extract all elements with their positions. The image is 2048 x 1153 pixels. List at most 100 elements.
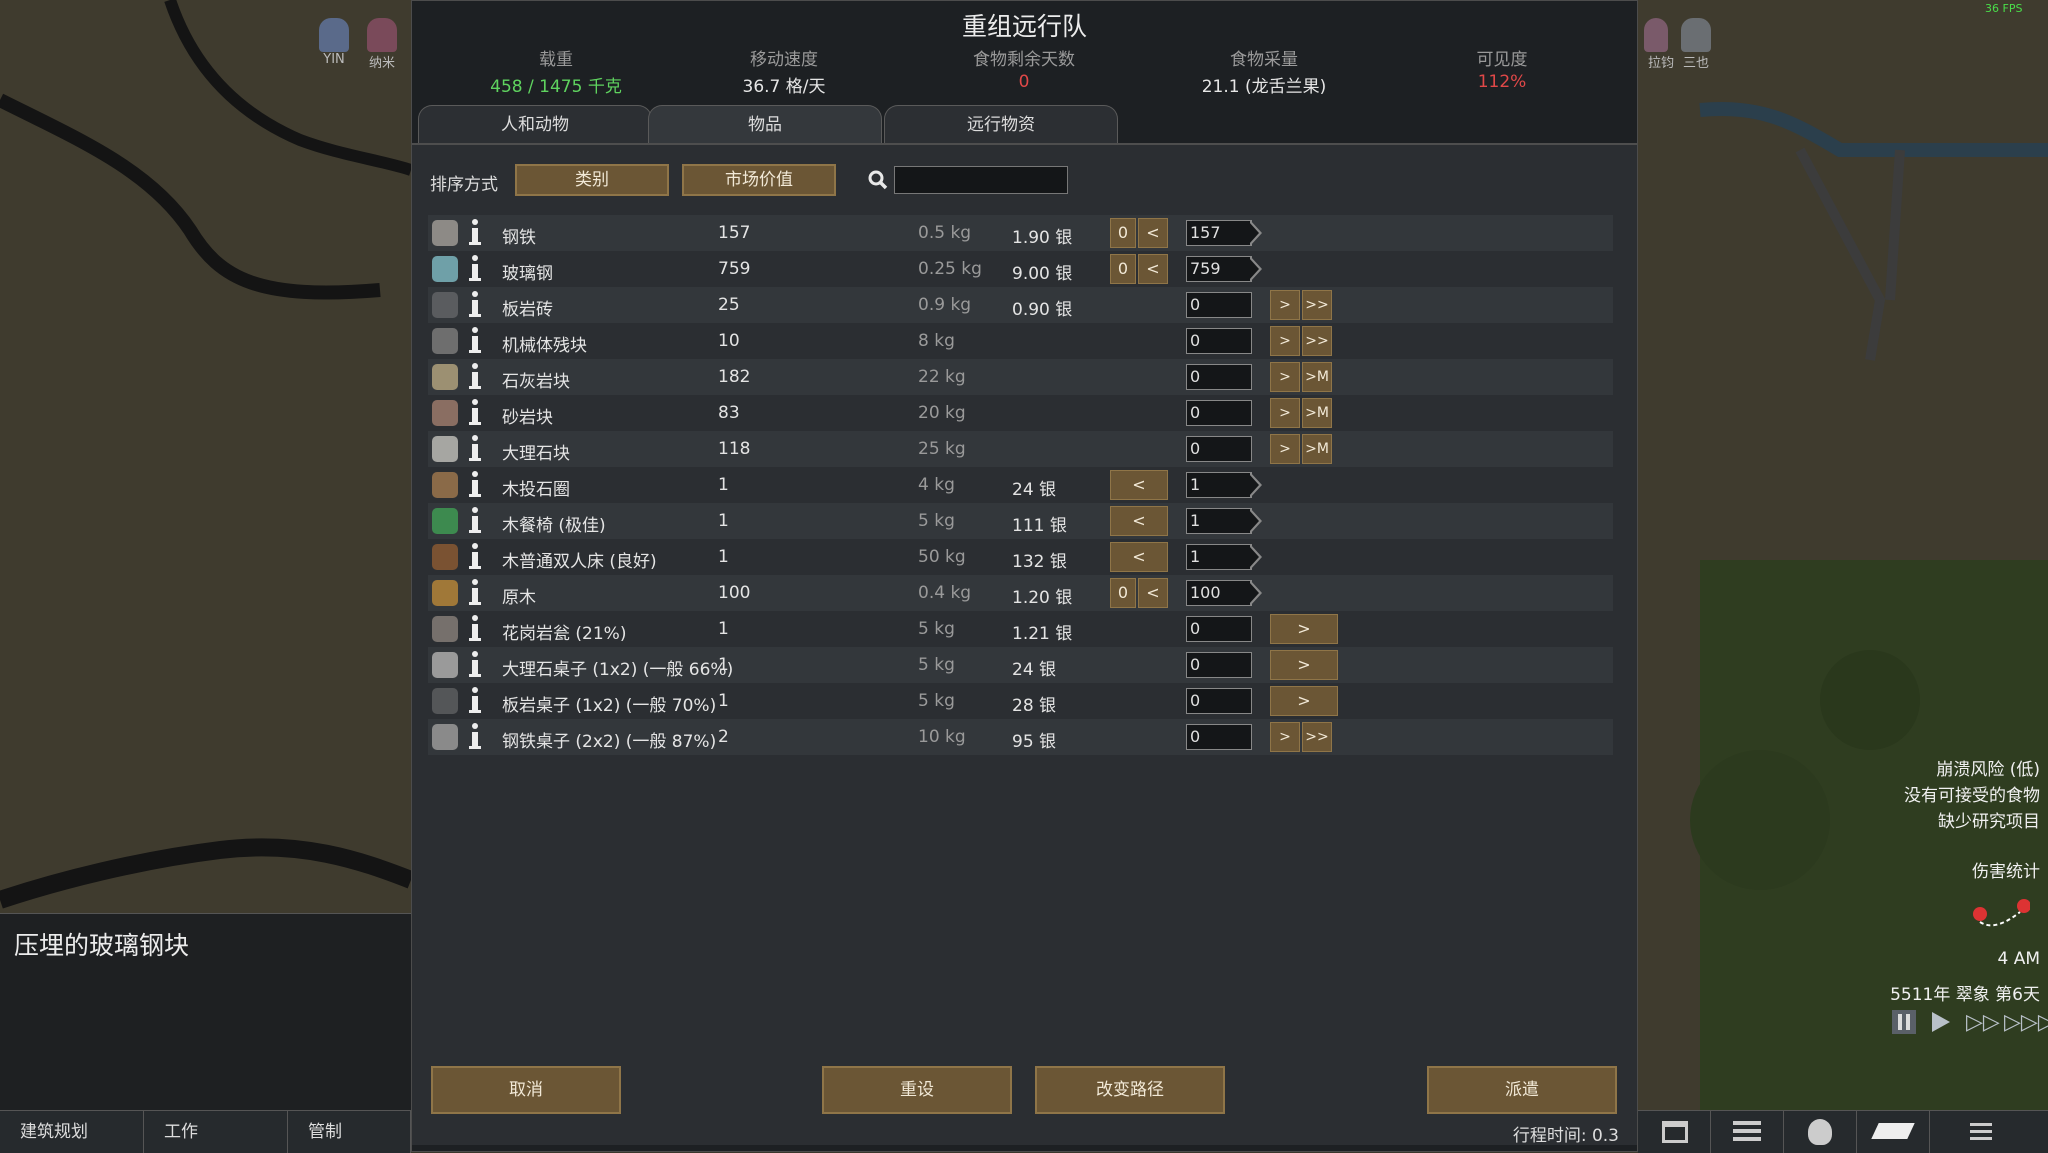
quantity-input[interactable]: 0: [1186, 688, 1252, 714]
info-icon[interactable]: [468, 289, 482, 319]
quantity-input[interactable]: 1: [1186, 544, 1252, 570]
increase-max-button[interactable]: >>: [1302, 290, 1332, 320]
item-row[interactable]: 大理石桌子 (1x2) (一般 66%) 1 5 kg 24 银 0 >: [428, 647, 1613, 683]
item-row[interactable]: 板岩桌子 (1x2) (一般 70%) 1 5 kg 28 银 0 >: [428, 683, 1613, 719]
cancel-button[interactable]: 取消: [431, 1066, 621, 1114]
quantity-input[interactable]: 1: [1186, 472, 1252, 498]
increase-button[interactable]: >: [1270, 722, 1300, 752]
send-button[interactable]: 派遣: [1427, 1066, 1617, 1114]
info-icon[interactable]: [468, 253, 482, 283]
item-row[interactable]: 钢铁桌子 (2x2) (一般 87%) 2 10 kg 95 银 0 > >>: [428, 719, 1613, 755]
reset-button[interactable]: 重设: [822, 1066, 1012, 1114]
item-row[interactable]: 机械体残块 10 8 kg 0 > >>: [428, 323, 1613, 359]
tab-pawns[interactable]: 人和动物: [418, 105, 652, 143]
settlement-icon[interactable]: [1711, 1111, 1784, 1153]
increase-button[interactable]: >: [1270, 434, 1300, 464]
alert-no-food[interactable]: 没有可接受的食物: [1904, 781, 2040, 806]
colonist-portrait: [1644, 18, 1668, 52]
damage-stats-button[interactable]: 伤害统计: [1972, 857, 2040, 882]
info-icon[interactable]: [468, 217, 482, 247]
increase-max-button[interactable]: >>: [1302, 722, 1332, 752]
quantity-input[interactable]: 0: [1186, 400, 1252, 426]
set-zero-button[interactable]: 0: [1110, 254, 1136, 284]
increase-button[interactable]: >: [1270, 398, 1300, 428]
item-row[interactable]: 石灰岩块 182 22 kg 0 > >M: [428, 359, 1613, 395]
increase-max-button[interactable]: >M: [1302, 362, 1332, 392]
quantity-input[interactable]: 0: [1186, 616, 1252, 642]
info-icon[interactable]: [468, 397, 482, 427]
increase-button[interactable]: >: [1270, 362, 1300, 392]
quantity-input[interactable]: 0: [1186, 652, 1252, 678]
menu-icon[interactable]: [1930, 1111, 2003, 1153]
item-row[interactable]: 钢铁 157 0.5 kg 1.90 银 0 <157: [428, 215, 1613, 251]
set-zero-button[interactable]: 0: [1110, 218, 1136, 248]
pause-icon[interactable]: [1892, 1010, 1916, 1034]
sort-by-category-button[interactable]: 类别: [515, 164, 669, 196]
info-icon[interactable]: [468, 649, 482, 679]
tab-restrict[interactable]: 管制: [288, 1111, 411, 1153]
quantity-input[interactable]: 1: [1186, 508, 1252, 534]
change-route-button[interactable]: 改变路径: [1035, 1066, 1225, 1114]
increase-max-button[interactable]: >>: [1302, 326, 1332, 356]
alert-no-research[interactable]: 缺少研究项目: [1938, 807, 2040, 832]
item-row[interactable]: 原木 100 0.4 kg 1.20 银 0 <100: [428, 575, 1613, 611]
faction-icon[interactable]: [1784, 1111, 1857, 1153]
colonist-right-2[interactable]: 三也: [1676, 18, 1716, 71]
set-zero-button[interactable]: 0: [1110, 578, 1136, 608]
quantity-input[interactable]: 157: [1186, 220, 1252, 246]
play-icon[interactable]: [1932, 1012, 1950, 1032]
item-row[interactable]: 木餐椅 (极佳) 1 5 kg 111 银 <1: [428, 503, 1613, 539]
tab-items[interactable]: 物品: [648, 105, 882, 143]
info-icon[interactable]: [468, 541, 482, 571]
quantity-input[interactable]: 0: [1186, 364, 1252, 390]
increase-max-button[interactable]: >M: [1302, 398, 1332, 428]
world-view-icon[interactable]: [1638, 1111, 1711, 1153]
sort-by-market-value-button[interactable]: 市场价值: [682, 164, 836, 196]
quantity-input[interactable]: 0: [1186, 328, 1252, 354]
decrease-button[interactable]: <: [1110, 542, 1168, 572]
decrease-button[interactable]: <: [1110, 470, 1168, 500]
increase-button[interactable]: >: [1270, 326, 1300, 356]
colonist-left-2[interactable]: 纳米: [362, 18, 402, 71]
increase-button[interactable]: >: [1270, 290, 1300, 320]
info-icon[interactable]: [468, 577, 482, 607]
decrease-button[interactable]: <: [1138, 218, 1168, 248]
item-row[interactable]: 木普通双人床 (良好) 1 50 kg 132 银 <1: [428, 539, 1613, 575]
increase-button[interactable]: >: [1270, 614, 1338, 644]
colonist-left-1[interactable]: YIN: [316, 18, 352, 68]
quantity-input[interactable]: 759: [1186, 256, 1252, 282]
tab-architect[interactable]: 建筑规划: [0, 1111, 144, 1153]
item-row[interactable]: 玻璃钢 759 0.25 kg 9.00 银 0 <759: [428, 251, 1613, 287]
tab-work[interactable]: 工作: [144, 1111, 288, 1153]
info-icon[interactable]: [468, 685, 482, 715]
increase-button[interactable]: >: [1270, 686, 1338, 716]
quantity-input[interactable]: 0: [1186, 292, 1252, 318]
item-row[interactable]: 大理石块 118 25 kg 0 > >M: [428, 431, 1613, 467]
item-row[interactable]: 花岗岩瓮 (21%) 1 5 kg 1.21 银 0 >: [428, 611, 1613, 647]
increase-button[interactable]: >: [1270, 650, 1338, 680]
quantity-input[interactable]: 100: [1186, 580, 1252, 606]
info-icon[interactable]: [468, 433, 482, 463]
info-icon[interactable]: [468, 325, 482, 355]
info-icon[interactable]: [468, 721, 482, 751]
fast-forward-icon[interactable]: ▷▷: [1966, 1010, 2000, 1035]
tab-travel-supplies[interactable]: 远行物资: [884, 105, 1118, 143]
decrease-button[interactable]: <: [1138, 254, 1168, 284]
info-icon[interactable]: [468, 361, 482, 391]
alert-collapse-risk[interactable]: 崩溃风险 (低): [1936, 755, 2040, 780]
decrease-button[interactable]: <: [1138, 578, 1168, 608]
item-row[interactable]: 砂岩块 83 20 kg 0 > >M: [428, 395, 1613, 431]
info-icon[interactable]: [468, 613, 482, 643]
search-input[interactable]: [894, 166, 1068, 194]
decrease-button[interactable]: <: [1110, 506, 1168, 536]
item-row[interactable]: 木投石圈 1 4 kg 24 银 <1: [428, 467, 1613, 503]
item-row[interactable]: 板岩砖 25 0.9 kg 0.90 银 0 > >>: [428, 287, 1613, 323]
increase-max-button[interactable]: >M: [1302, 434, 1332, 464]
quantity-input[interactable]: 0: [1186, 724, 1252, 750]
superfast-icon[interactable]: ▷▷▷: [2004, 1010, 2048, 1035]
colonist-right-1[interactable]: 拉钧: [1634, 18, 1674, 71]
quantity-input[interactable]: 0: [1186, 436, 1252, 462]
info-icon[interactable]: [468, 505, 482, 535]
history-icon[interactable]: [1857, 1111, 1930, 1153]
info-icon[interactable]: [468, 469, 482, 499]
